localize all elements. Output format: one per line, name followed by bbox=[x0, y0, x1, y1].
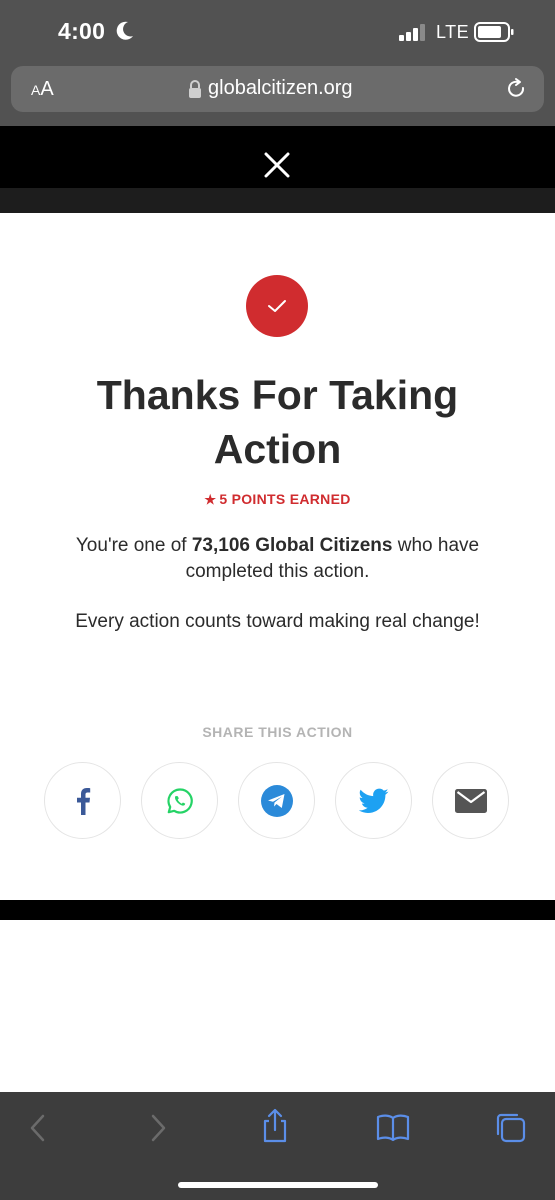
page-title: Thanks For Taking Action bbox=[96, 372, 459, 472]
participation-description: You're one of 73,106 Global Citizens who… bbox=[75, 535, 480, 582]
star-icon: ★ bbox=[204, 492, 217, 507]
tabs-icon[interactable] bbox=[495, 1112, 527, 1144]
back-icon[interactable] bbox=[28, 1112, 48, 1144]
encouragement-text: Every action counts toward making real c… bbox=[75, 611, 480, 632]
success-badge bbox=[246, 275, 308, 337]
network-type-label: LTE bbox=[436, 22, 470, 42]
telegram-icon bbox=[260, 784, 293, 817]
checkmark-icon bbox=[268, 300, 286, 312]
share-facebook-button[interactable] bbox=[44, 762, 121, 839]
close-icon[interactable] bbox=[264, 152, 290, 178]
cellular-signal-icon bbox=[399, 24, 425, 41]
share-email-button[interactable] bbox=[432, 762, 509, 839]
share-twitter-button[interactable] bbox=[335, 762, 412, 839]
forward-icon[interactable] bbox=[148, 1112, 168, 1144]
points-label: 5 POINTS EARNED bbox=[219, 491, 351, 507]
share-whatsapp-button[interactable] bbox=[141, 762, 218, 839]
share-label: SHARE THIS ACTION bbox=[202, 724, 353, 740]
divider-strip bbox=[0, 188, 555, 213]
lock-icon bbox=[189, 80, 201, 98]
url-text[interactable]: globalcitizen.org bbox=[208, 77, 353, 100]
bookmarks-icon[interactable] bbox=[376, 1112, 410, 1142]
twitter-icon bbox=[358, 788, 388, 813]
safari-top-chrome: 4:00 LTE AA globalcitizen.org bbox=[0, 0, 555, 126]
status-time: 4:00 bbox=[58, 18, 106, 44]
email-icon bbox=[454, 788, 487, 813]
url-bar[interactable]: AA globalcitizen.org bbox=[11, 66, 544, 112]
battery-icon bbox=[474, 22, 514, 42]
facebook-icon bbox=[76, 787, 90, 815]
citizen-count: 73,106 Global Citizens bbox=[191, 535, 393, 556]
share-sheet-icon[interactable] bbox=[260, 1108, 290, 1144]
home-indicator[interactable] bbox=[178, 1182, 378, 1188]
whatsapp-icon bbox=[166, 787, 193, 814]
share-telegram-button[interactable] bbox=[238, 762, 315, 839]
moon-icon bbox=[116, 21, 133, 40]
footer-strip bbox=[0, 900, 555, 920]
text-size-button[interactable]: AA bbox=[31, 78, 54, 101]
points-earned: ★ 5 POINTS EARNED bbox=[0, 491, 555, 508]
reload-icon[interactable] bbox=[505, 77, 529, 101]
